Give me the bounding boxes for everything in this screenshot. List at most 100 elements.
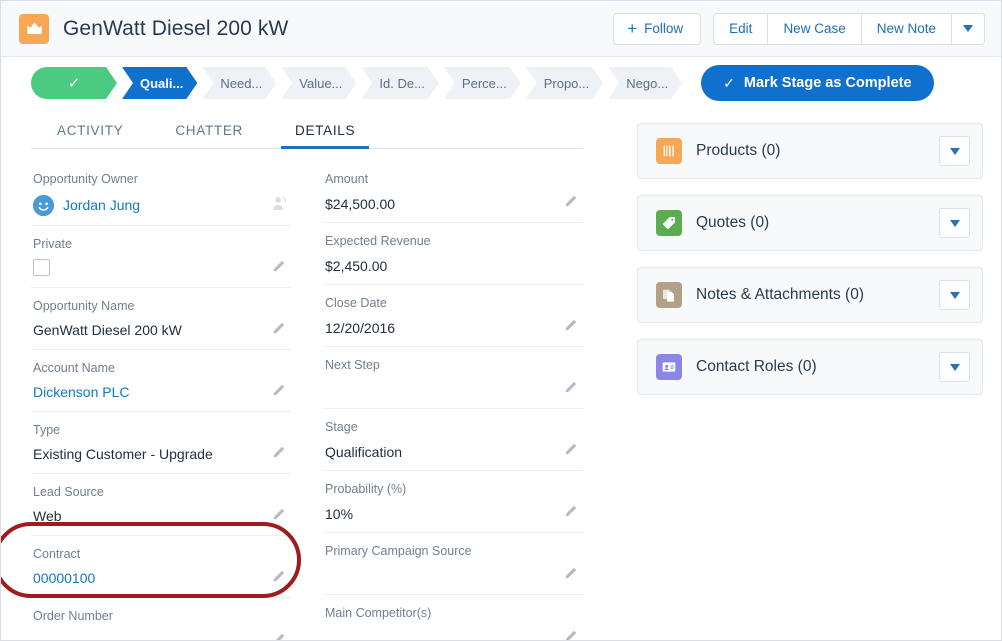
- check-icon: ✓: [67, 74, 81, 92]
- panel-contact-roles[interactable]: Contact Roles (0): [637, 339, 983, 395]
- pencil-icon[interactable]: [564, 628, 579, 640]
- pencil-icon[interactable]: [272, 506, 287, 521]
- panel-quotes[interactable]: Quotes (0): [637, 195, 983, 251]
- field-label: Probability (%): [325, 482, 407, 496]
- pencil-icon[interactable]: [272, 382, 287, 397]
- follow-label: Follow: [644, 21, 684, 36]
- path-stage-qualification[interactable]: Quali...: [122, 67, 197, 99]
- field-label: Opportunity Name: [33, 298, 135, 313]
- panel-title[interactable]: Contact Roles (0): [696, 358, 817, 376]
- record-tabs: ACTIVITY CHATTER DETAILS: [31, 109, 583, 149]
- pencil-icon[interactable]: [272, 320, 287, 335]
- owner-value-row: Jordan Jung: [33, 194, 261, 216]
- field-label: Private: [33, 236, 72, 251]
- field-value: $2,450.00: [325, 257, 388, 274]
- field-value: [325, 567, 553, 585]
- main-column: ACTIVITY CHATTER DETAILS Opportunity Own…: [1, 109, 611, 640]
- panel-notes-attachments[interactable]: Notes & Attachments (0): [637, 267, 983, 323]
- pencil-icon[interactable]: [272, 444, 287, 459]
- documents-icon: [656, 282, 682, 308]
- field-label: Order Number: [33, 608, 113, 623]
- panel-products[interactable]: Products (0): [637, 123, 983, 179]
- header-actions: + Follow Edit New Case New Note: [613, 12, 985, 45]
- panel-toggle-button[interactable]: [939, 208, 970, 238]
- change-owner-icon[interactable]: [271, 195, 288, 212]
- field-label: Amount: [325, 172, 369, 186]
- check-icon: ✓: [723, 74, 735, 91]
- path-stage-needs[interactable]: Need...: [202, 67, 276, 99]
- field-value: 12/20/2016: [325, 319, 396, 336]
- private-checkbox[interactable]: [33, 259, 50, 277]
- more-actions-button[interactable]: [952, 12, 985, 45]
- field-main-competitors: Main Competitor(s): [323, 595, 583, 640]
- tab-chatter[interactable]: CHATTER: [149, 123, 269, 149]
- field-lead-source: Lead Source Web: [31, 474, 291, 536]
- field-private: Private: [31, 226, 291, 288]
- details-right-column: Amount $24,500.00 Expected Revenue $2,45…: [323, 161, 583, 640]
- path-stages: ✓ Quali... Need... Value... Id. De... Pe…: [31, 67, 687, 99]
- field-label: Account Name: [33, 360, 115, 375]
- field-value: $24,500.00: [325, 195, 396, 212]
- path-stage-perception[interactable]: Perce...: [444, 67, 521, 99]
- field-value: Existing Customer - Upgrade: [33, 446, 213, 463]
- field-value: [33, 631, 261, 640]
- field-value: 10%: [325, 505, 354, 522]
- field-label: Lead Source: [33, 484, 104, 499]
- mark-stage-complete-button[interactable]: ✓ Mark Stage as Complete: [701, 65, 934, 101]
- barcode-icon: [656, 138, 682, 164]
- field-value: Web: [33, 508, 62, 525]
- path-stage-id-decision[interactable]: Id. De...: [361, 67, 439, 99]
- panel-toggle-button[interactable]: [939, 352, 970, 382]
- tag-icon: [656, 210, 682, 236]
- header-button-group: Edit New Case New Note: [713, 12, 985, 45]
- field-label: Opportunity Owner: [33, 172, 138, 186]
- panel-title[interactable]: Products (0): [696, 142, 780, 160]
- path-stage-complete[interactable]: ✓: [31, 67, 117, 99]
- pencil-icon[interactable]: [564, 379, 579, 394]
- tab-details[interactable]: DETAILS: [269, 123, 381, 149]
- pencil-icon[interactable]: [272, 631, 287, 640]
- record-body: ACTIVITY CHATTER DETAILS Opportunity Own…: [1, 109, 1001, 640]
- field-value[interactable]: Dickenson PLC: [33, 383, 261, 401]
- plus-icon: +: [627, 18, 638, 38]
- field-label: Primary Campaign Source: [325, 544, 472, 558]
- pencil-icon[interactable]: [272, 258, 287, 273]
- new-note-button[interactable]: New Note: [861, 12, 952, 45]
- panel-title[interactable]: Quotes (0): [696, 214, 769, 232]
- record-header: GenWatt Diesel 200 kW + Follow Edit New …: [1, 1, 1001, 57]
- pencil-icon[interactable]: [564, 565, 579, 580]
- field-label: Next Step: [325, 358, 380, 372]
- field-value[interactable]: 00000100: [33, 569, 261, 587]
- page-title: GenWatt Diesel 200 kW: [63, 16, 289, 40]
- sales-path: ✓ Quali... Need... Value... Id. De... Pe…: [1, 57, 1001, 109]
- field-value: [325, 629, 553, 640]
- details-fields: Opportunity Owner Jordan Jung Private Op…: [1, 149, 611, 640]
- pencil-icon[interactable]: [272, 568, 287, 583]
- field-contract: Contract 00000100: [31, 536, 291, 598]
- crown-icon: [19, 13, 49, 44]
- pencil-icon[interactable]: [564, 441, 579, 456]
- new-case-button[interactable]: New Case: [768, 12, 862, 45]
- edit-button[interactable]: Edit: [713, 12, 769, 45]
- smiley-avatar-icon: [33, 194, 54, 216]
- field-value[interactable]: Jordan Jung: [63, 196, 140, 214]
- tab-activity[interactable]: ACTIVITY: [31, 123, 149, 149]
- caret-down-icon: [963, 25, 973, 32]
- panel-toggle-button[interactable]: [939, 136, 970, 166]
- pencil-icon[interactable]: [564, 193, 579, 208]
- path-stage-value[interactable]: Value...: [281, 67, 356, 99]
- follow-button[interactable]: + Follow: [613, 12, 702, 45]
- pencil-icon[interactable]: [564, 503, 579, 518]
- field-probability: Probability (%) 10%: [323, 471, 583, 533]
- field-order-number: Order Number: [31, 598, 291, 640]
- field-account-name: Account Name Dickenson PLC: [31, 350, 291, 412]
- field-amount: Amount $24,500.00: [323, 161, 583, 223]
- pencil-icon[interactable]: [564, 317, 579, 332]
- panel-toggle-button[interactable]: [939, 280, 970, 310]
- field-next-step: Next Step: [323, 347, 583, 409]
- path-stage-negotiation[interactable]: Nego...: [608, 67, 682, 99]
- field-expected-revenue: Expected Revenue $2,450.00: [323, 223, 583, 285]
- path-stage-proposal[interactable]: Propo...: [526, 67, 604, 99]
- panel-title[interactable]: Notes & Attachments (0): [696, 286, 864, 304]
- field-label: Close Date: [325, 296, 387, 310]
